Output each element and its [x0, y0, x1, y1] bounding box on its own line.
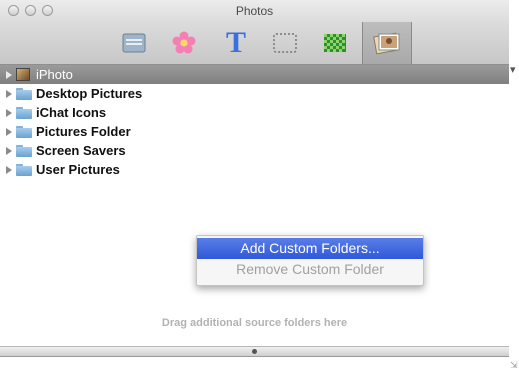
source-label: Pictures Folder [36, 124, 131, 139]
disclosure-triangle-icon[interactable] [6, 165, 12, 174]
source-label: Desktop Pictures [36, 86, 143, 101]
disclosure-triangle-icon[interactable] [6, 89, 12, 98]
pattern-button[interactable] [318, 26, 352, 60]
context-menu: Add Custom Folders... Remove Custom Fold… [196, 235, 424, 286]
add-custom-folders-menu-item[interactable]: Add Custom Folders... [197, 238, 423, 259]
window-edge [509, 0, 519, 370]
remove-custom-folder-menu-item[interactable]: Remove Custom Folder [197, 259, 423, 280]
flower-button[interactable] [167, 26, 201, 60]
source-item-screen-savers[interactable]: Screen Savers [0, 141, 509, 160]
scroll-arrow-icon[interactable]: ▾ [510, 63, 516, 76]
folder-icon [16, 106, 32, 119]
photos-icon [373, 32, 400, 55]
photos-window: Photos T iPhoto Desktop Pictures iChat I… [0, 0, 509, 370]
drag-hint: Drag additional source folders here [161, 317, 348, 329]
folder-icon [16, 163, 32, 176]
pattern-icon [324, 34, 346, 52]
folder-icon [16, 144, 32, 157]
split-view-divider[interactable] [0, 346, 509, 357]
title-bar: Photos [0, 0, 509, 22]
window-title: Photos [235, 4, 274, 18]
source-list: iPhoto Desktop Pictures iChat Icons Pict… [0, 65, 509, 179]
source-item-pictures-folder[interactable]: Pictures Folder [0, 122, 509, 141]
toolbar: T [0, 22, 509, 65]
screen-icon [122, 33, 146, 53]
text-icon: T [225, 26, 246, 59]
disclosure-triangle-icon[interactable] [6, 108, 12, 117]
source-label: User Pictures [36, 162, 120, 177]
screen-button[interactable] [117, 26, 151, 60]
selection-icon [273, 33, 297, 53]
disclosure-triangle-icon[interactable] [6, 70, 12, 79]
text-button[interactable]: T [219, 26, 253, 60]
source-item-ichat-icons[interactable]: iChat Icons [0, 103, 509, 122]
selection-button[interactable] [268, 26, 302, 60]
source-label: iPhoto [36, 67, 73, 82]
source-label: iChat Icons [36, 105, 107, 120]
source-item-iphoto[interactable]: iPhoto [0, 65, 509, 84]
source-label: Screen Savers [36, 143, 126, 158]
pictures-folder-icon [16, 125, 32, 138]
folder-icon [16, 87, 32, 100]
source-item-user-pictures[interactable]: User Pictures [0, 160, 509, 179]
resize-grip-icon[interactable]: ⇲ [510, 360, 518, 371]
source-item-desktop-pictures[interactable]: Desktop Pictures [0, 84, 509, 103]
disclosure-triangle-icon[interactable] [6, 146, 12, 155]
flower-icon [172, 31, 196, 54]
divider-grip-icon[interactable] [252, 349, 257, 354]
disclosure-triangle-icon[interactable] [6, 127, 12, 136]
photos-button[interactable] [362, 22, 412, 64]
iphoto-icon [16, 68, 30, 81]
